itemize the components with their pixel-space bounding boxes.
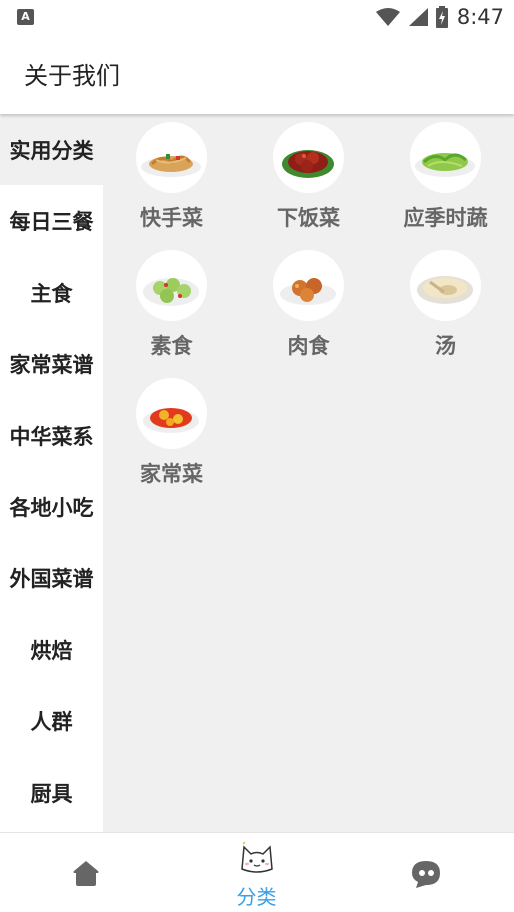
sidebar-item-label: 主食 <box>30 281 73 306</box>
sidebar-item-label: 外国菜谱 <box>9 566 94 591</box>
sidebar-item-label: 各地小吃 <box>9 495 94 520</box>
category-label: 素食 <box>150 334 193 358</box>
sidebar-item-kitchenware[interactable]: 厨具 <box>0 757 103 828</box>
sidebar-item-foreign-recipes[interactable]: 外国菜谱 <box>0 542 103 613</box>
green-vegetable-dish-icon <box>410 122 481 193</box>
category-label: 肉食 <box>287 334 330 358</box>
soup-bowl-icon <box>410 250 481 321</box>
status-icons: 8:47 <box>375 4 504 30</box>
category-label: 应季时蔬 <box>403 206 488 230</box>
sidebar-item-practical[interactable]: 实用分类 <box>0 114 103 185</box>
sidebar-item-staple[interactable]: 主食 <box>0 257 103 328</box>
sidebar-item-local-snacks[interactable]: 各地小吃 <box>0 471 103 542</box>
category-label: 家常菜 <box>140 462 203 486</box>
category-sidebar: 实用分类 每日三餐 主食 家常菜谱 中华菜系 各地小吃 外国菜谱 烘焙 人群 厨… <box>0 114 103 832</box>
fried-noodles-dish-icon <box>136 122 207 193</box>
status-bar: A 8:47 <box>0 0 514 34</box>
app-bar: 关于我们 <box>0 34 514 114</box>
tab-label: 分类 <box>236 885 277 909</box>
chat-bubble-icon <box>412 861 440 888</box>
tomato-egg-dish-icon <box>136 378 207 449</box>
cat-face-icon <box>241 841 273 873</box>
sidebar-item-label: 家常菜谱 <box>9 352 94 377</box>
tab-home[interactable] <box>0 833 171 912</box>
sidebar-item-people[interactable]: 人群 <box>0 685 103 756</box>
category-quick-dishes[interactable]: 快手菜 <box>103 114 240 234</box>
sidebar-item-label: 每日三餐 <box>9 209 94 234</box>
home-icon <box>73 861 99 886</box>
cellular-signal-icon <box>408 8 428 26</box>
sidebar-item-label: 中华菜系 <box>9 424 94 449</box>
category-label: 快手菜 <box>140 206 203 230</box>
sidebar-item-label: 实用分类 <box>9 138 94 163</box>
tab-messages[interactable] <box>342 833 513 912</box>
sidebar-item-label: 烘焙 <box>30 638 73 663</box>
battery-charging-icon <box>435 6 448 28</box>
category-rice-dishes[interactable]: 下饭菜 <box>240 114 377 234</box>
braised-meat-dish-icon <box>273 122 344 193</box>
tab-categories[interactable]: 分类 <box>171 833 342 912</box>
category-home-style[interactable]: 家常菜 <box>103 370 240 490</box>
app-notification-icon: A <box>17 9 34 25</box>
sidebar-item-label: 人群 <box>30 709 73 734</box>
category-seasonal-vegetables[interactable]: 应季时蔬 <box>377 114 514 234</box>
bottom-nav: 分类 <box>0 832 514 912</box>
category-grid: 快手菜 下饭菜 应季时蔬 素食 肉食 汤 家常菜 <box>103 114 514 832</box>
sidebar-item-label: 厨具 <box>30 781 73 806</box>
sidebar-item-chinese-cuisine[interactable]: 中华菜系 <box>0 400 103 471</box>
wifi-icon <box>375 8 400 26</box>
category-label: 下饭菜 <box>277 206 340 230</box>
category-soup[interactable]: 汤 <box>377 242 514 362</box>
category-meat[interactable]: 肉食 <box>240 242 377 362</box>
sidebar-item-daily-meals[interactable]: 每日三餐 <box>0 185 103 256</box>
cucumber-salad-dish-icon <box>136 250 207 321</box>
sidebar-item-baking[interactable]: 烘焙 <box>0 614 103 685</box>
fried-chicken-dish-icon <box>273 250 344 321</box>
sidebar-item-home-recipes[interactable]: 家常菜谱 <box>0 328 103 399</box>
clock-time: 8:47 <box>456 5 504 29</box>
category-vegetarian[interactable]: 素食 <box>103 242 240 362</box>
page-title: 关于我们 <box>24 62 120 90</box>
category-label: 汤 <box>435 334 456 358</box>
